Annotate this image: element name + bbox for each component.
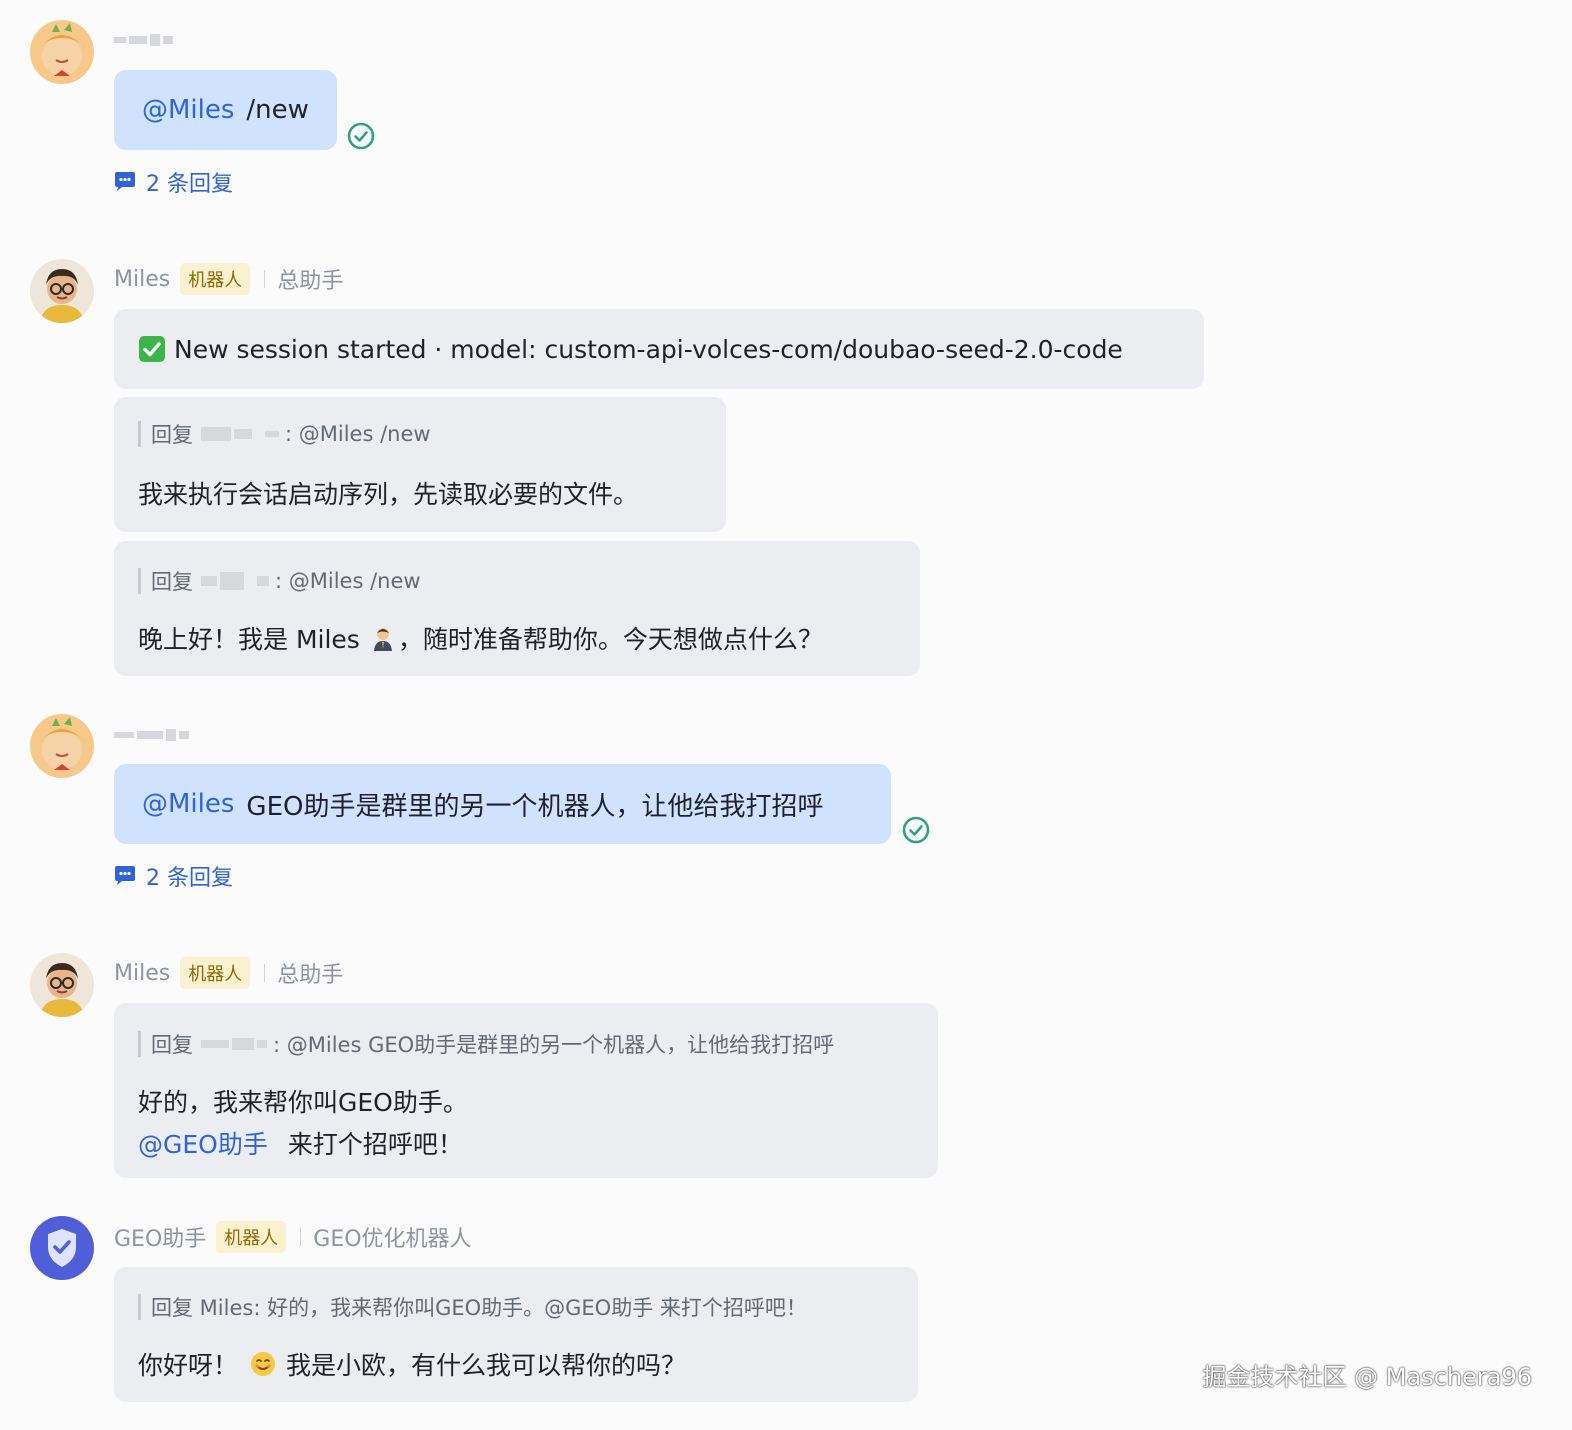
sender-role: 总助手: [277, 963, 344, 988]
sender-name-blurred: [114, 24, 173, 56]
quote-prefix: 回复: [151, 570, 193, 594]
message-text: /new: [246, 95, 309, 125]
bot-reply-bubble-2[interactable]: 回复 : @Miles /new 晚上好！我是 Miles ，随时准备帮助你。今…: [114, 541, 920, 676]
reply-text-part-1: 晚上好！我是 Miles: [138, 625, 360, 654]
quote-prefix: 回复: [151, 1033, 193, 1057]
read-check-icon: [347, 122, 375, 150]
status-text: New session started · model: custom-api-…: [174, 334, 1123, 364]
user-avatar[interactable]: [30, 20, 94, 84]
user-avatar[interactable]: [30, 714, 94, 778]
quote-bar: [138, 568, 141, 594]
sender-row-geo: GEO助手 机器人 GEO优化机器人: [114, 1221, 472, 1253]
quote-suffix: : @Miles /new: [275, 569, 421, 593]
message-text: GEO助手是群里的另一个机器人，让他给我打招呼: [246, 791, 824, 822]
quoted-user-blurred: [201, 572, 269, 590]
sender-name-blurred: [114, 719, 189, 751]
sender-role: GEO优化机器人: [313, 1227, 472, 1252]
thread-replies-link[interactable]: 2 条回复: [114, 861, 233, 891]
geo-assistant-avatar[interactable]: [30, 1216, 94, 1280]
green-check-box-icon: [139, 336, 165, 362]
miles-avatar[interactable]: [30, 953, 94, 1017]
quote-suffix: : @Miles GEO助手是群里的另一个机器人，让他给我打招呼: [273, 1033, 835, 1057]
read-check-icon: [902, 816, 930, 844]
quote-suffix: : @Miles /new: [285, 422, 431, 446]
comment-icon: [115, 172, 135, 191]
quote-bar: [138, 1031, 141, 1057]
divider: [300, 1228, 302, 1246]
replies-count[interactable]: 2 条回复: [146, 860, 233, 892]
divider: [264, 964, 266, 982]
miles-avatar[interactable]: [30, 259, 94, 323]
quoted-user-blurred: [201, 427, 279, 441]
quote-reference: 回复 : @Miles /new: [138, 566, 896, 596]
reply-text: 晚上好！我是 Miles ，随时准备帮助你。今天想做点什么？: [138, 620, 896, 656]
reply-line-1: 好的，我来帮你叫GEO助手。: [138, 1088, 468, 1117]
mention-geo-assistant[interactable]: @GEO助手: [138, 1130, 268, 1159]
sender-name[interactable]: Miles: [114, 267, 170, 292]
quote-text: 回复 Miles: 好的，我来帮你叫GEO助手。@GEO助手 来打个招呼吧！: [151, 1296, 807, 1320]
replies-count[interactable]: 2 条回复: [146, 166, 233, 198]
reply-text-part-2: ，随时准备帮助你。今天想做点什么？: [397, 625, 823, 654]
sender-role: 总助手: [277, 269, 344, 294]
divider: [264, 270, 266, 288]
quote-prefix: 回复: [151, 423, 193, 447]
watermark: 掘金技术社区 @ Maschera96: [1202, 1363, 1532, 1391]
reply-line-2-text: 来打个招呼吧！: [287, 1130, 463, 1159]
quote-bar: [138, 1294, 141, 1320]
quoted-user-blurred: [201, 1038, 267, 1050]
quote-bar: [138, 421, 141, 447]
reply-text: 我来执行会话启动序列，先读取必要的文件。: [138, 480, 639, 509]
quote-reference: 回复 : @Miles /new: [138, 419, 702, 449]
mention-miles[interactable]: @Miles: [142, 789, 234, 819]
sender-name[interactable]: GEO助手: [114, 1221, 206, 1253]
sender-name[interactable]: Miles: [114, 961, 170, 986]
user-message-bubble[interactable]: @Miles GEO助手是群里的另一个机器人，让他给我打招呼: [114, 764, 891, 844]
reply-text-part-1: 你好呀！: [138, 1351, 239, 1380]
reply-text: 你好呀！ 我是小欧，有什么我可以帮你的吗？: [138, 1346, 894, 1382]
bot-badge: 机器人: [180, 957, 251, 989]
reply-text-part-2: 我是小欧，有什么我可以帮你的吗？: [286, 1351, 687, 1380]
smile-emoji-icon: [251, 1352, 276, 1376]
bot-badge: 机器人: [180, 263, 251, 295]
mention-miles[interactable]: @Miles: [142, 95, 234, 125]
quote-reference: 回复 : @Miles GEO助手是群里的另一个机器人，让他给我打招呼: [138, 1029, 914, 1059]
sender-row-miles: Miles 机器人 总助手: [114, 957, 343, 989]
bot-reply-bubble-4[interactable]: 回复 Miles: 好的，我来帮你叫GEO助手。@GEO助手 来打个招呼吧！ 你…: [114, 1267, 918, 1402]
comment-icon: [115, 866, 135, 885]
bot-reply-bubble-1[interactable]: 回复 : @Miles /new 我来执行会话启动序列，先读取必要的文件。: [114, 397, 726, 532]
thread-replies-link[interactable]: 2 条回复: [114, 167, 233, 197]
sender-row-miles: Miles 机器人 总助手: [114, 263, 343, 295]
user-message-bubble[interactable]: @Miles /new: [114, 70, 337, 150]
reply-line-2: @GEO助手 来打个招呼吧！: [138, 1125, 914, 1161]
bot-status-bubble[interactable]: New session started · model: custom-api-…: [114, 309, 1204, 389]
bot-badge: 机器人: [216, 1221, 287, 1253]
person-emoji-icon: [373, 628, 392, 651]
bot-reply-bubble-3[interactable]: 回复 : @Miles GEO助手是群里的另一个机器人，让他给我打招呼 好的，我…: [114, 1003, 938, 1178]
quote-reference: 回复 Miles: 好的，我来帮你叫GEO助手。@GEO助手 来打个招呼吧！: [138, 1292, 894, 1322]
